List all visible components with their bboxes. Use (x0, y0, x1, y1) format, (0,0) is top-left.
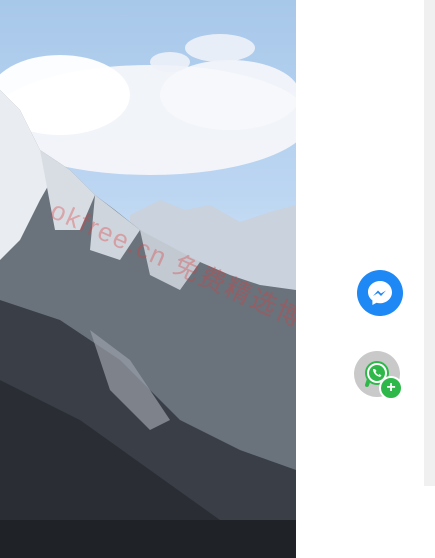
plus-icon: + (379, 376, 403, 400)
messenger-button[interactable] (357, 270, 403, 316)
scrollbar-track[interactable] (424, 0, 435, 486)
whatsapp-button[interactable]: + (354, 351, 403, 400)
messenger-icon (368, 281, 392, 305)
hero-image: okfree.cn 免费精选博客 (0, 0, 296, 558)
